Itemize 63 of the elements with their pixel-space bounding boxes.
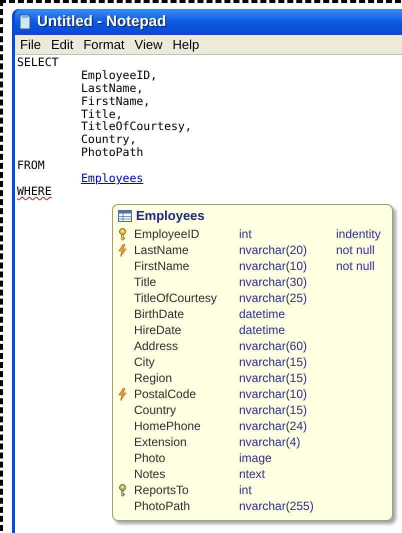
column-type: nvarchar(24): [239, 418, 308, 434]
column-type: ntext: [239, 466, 266, 482]
code-line: Title,: [81, 106, 123, 121]
column-type: nvarchar(10): [239, 258, 308, 274]
column-type: image: [239, 450, 273, 466]
key-icon: [118, 484, 127, 496]
code-line: Country,: [81, 132, 136, 146]
column-name: Country: [134, 402, 178, 418]
menu-item[interactable]: View: [134, 34, 162, 54]
code-line: FROM: [17, 158, 45, 172]
table-link[interactable]: Employees: [81, 171, 144, 186]
code-line: EmployeeID,: [81, 68, 158, 82]
column-name: TitleOfCourtesy: [134, 290, 218, 306]
code-line: PhotoPath: [81, 145, 144, 160]
column-name: BirthDate: [134, 306, 186, 322]
column-name: LastName: [134, 242, 190, 258]
column-name: HireDate: [134, 322, 182, 338]
notepad-icon: [18, 14, 32, 30]
column-name: ReportsTo: [134, 482, 190, 498]
menu-item[interactable]: Help: [172, 34, 200, 54]
code-line: LastName,: [81, 80, 144, 95]
column-type: nvarchar(255): [239, 498, 315, 514]
menu-item[interactable]: Edit: [50, 34, 74, 54]
column-name: HomePhone: [134, 418, 202, 434]
code-line: SELECT: [17, 55, 59, 69]
table-icon: [118, 210, 132, 222]
column-name: Photo: [134, 450, 166, 466]
column-name: Title: [134, 274, 158, 290]
column-type: nvarchar(60): [239, 338, 308, 354]
column-name: City: [134, 354, 156, 370]
column-name: FirstName: [134, 258, 190, 274]
code-line: TitleOfCourtesy,: [81, 119, 192, 134]
column-type: nvarchar(15): [239, 402, 308, 418]
column-name: Address: [134, 338, 180, 354]
key-icon: [118, 228, 127, 240]
column-type: datetime: [239, 322, 286, 338]
column-name: EmployeeID: [134, 226, 200, 242]
column-type: nvarchar(15): [239, 354, 308, 370]
column-type: int: [239, 482, 253, 498]
column-constraint: not null: [336, 242, 375, 258]
lightning-icon: [118, 244, 127, 256]
window-title: Untitled - Notepad: [37, 12, 166, 32]
column-type: nvarchar(10): [239, 386, 308, 402]
column-name: PostalCode: [134, 386, 198, 402]
column-type: nvarchar(30): [239, 274, 308, 290]
menu-item[interactable]: Format: [83, 34, 125, 54]
column-type: int: [239, 226, 253, 242]
column-type: nvarchar(25): [239, 290, 308, 306]
lightning-icon: [118, 388, 127, 400]
tooltip-title: Employees: [136, 208, 205, 224]
column-type: nvarchar(15): [239, 370, 308, 386]
column-constraint: indentity: [336, 226, 381, 242]
column-name: Region: [134, 370, 174, 386]
column-constraint: not null: [336, 258, 375, 274]
code-line: WHERE: [17, 184, 52, 198]
code-line: FirstName,: [81, 94, 150, 108]
column-name: Notes: [134, 466, 166, 482]
column-type: datetime: [239, 306, 286, 322]
column-name: PhotoPath: [134, 498, 192, 514]
column-name: Extension: [134, 434, 188, 450]
menu-item[interactable]: File: [20, 34, 41, 54]
column-type: nvarchar(20): [239, 242, 308, 258]
column-type: nvarchar(4): [239, 434, 302, 450]
